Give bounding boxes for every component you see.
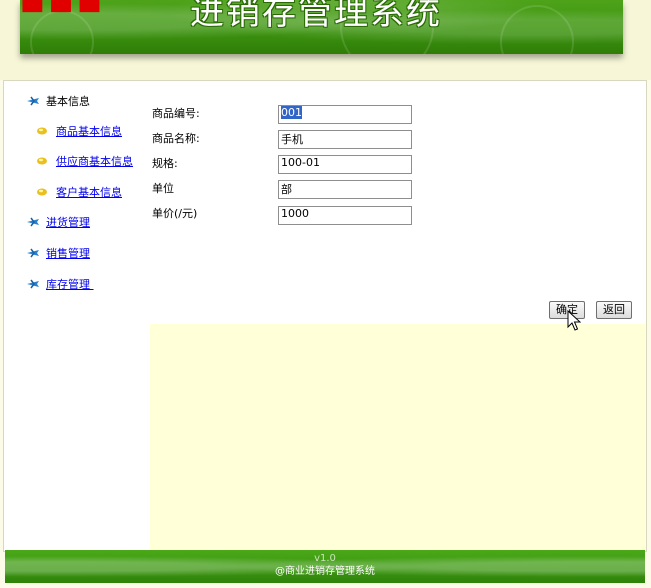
- plane-icon: [27, 248, 39, 258]
- unit-price-value: 1000: [281, 207, 309, 220]
- product-name-value: 手机: [281, 133, 303, 146]
- bullet-icon: [37, 157, 47, 165]
- back-button[interactable]: 返回: [596, 301, 632, 319]
- nav-inventory[interactable]: 库存管理: [26, 276, 94, 292]
- nav-supplier-info[interactable]: 供应商基本信息: [36, 153, 133, 169]
- nav-basic-info[interactable]: 基本信息: [26, 93, 90, 109]
- nav-basic-info-label: 基本信息: [46, 95, 90, 108]
- spec-input[interactable]: 100-01: [278, 155, 412, 174]
- nav-customer-info[interactable]: 客户基本信息: [36, 184, 122, 200]
- sidebar-nav: 基本信息 商品基本信息 供应商基本信息 客户基本信息 进货管理 销售管理 库存管…: [4, 81, 149, 551]
- banner-accent-logo: ■■■: [20, 0, 106, 16]
- nav-purchase[interactable]: 进货管理: [26, 214, 90, 230]
- mouse-cursor-icon: [567, 310, 581, 331]
- system-title: 进销存管理系统: [190, 0, 442, 33]
- nav-sales[interactable]: 销售管理: [26, 245, 90, 261]
- plane-icon: [27, 96, 39, 106]
- product-name-input[interactable]: 手机: [278, 130, 412, 149]
- product-code-label: 商品编号:: [152, 107, 200, 120]
- header-banner: ■■■ 进销存管理系统: [20, 0, 623, 54]
- unit-label: 单位: [152, 182, 174, 195]
- footer-version: v1.0: [314, 553, 336, 564]
- spec-value: 100-01: [281, 156, 320, 169]
- spec-label: 规格:: [152, 157, 178, 170]
- nav-supplier-info-link[interactable]: 供应商基本信息: [56, 153, 133, 169]
- unit-value: 部: [281, 183, 292, 196]
- nav-product-info[interactable]: 商品基本信息: [36, 123, 122, 139]
- unit-input[interactable]: 部: [278, 180, 412, 199]
- header: ■■■ 进销存管理系统: [0, 0, 651, 80]
- banner-decoration: [30, 10, 94, 54]
- nav-inventory-link[interactable]: 库存管理: [46, 276, 94, 292]
- nav-purchase-link[interactable]: 进货管理: [46, 214, 90, 230]
- plane-icon: [27, 279, 39, 289]
- content-panel: [150, 324, 645, 551]
- nav-sales-link[interactable]: 销售管理: [46, 245, 90, 261]
- nav-customer-info-link[interactable]: 客户基本信息: [56, 184, 122, 200]
- footer-copyright: @商业进销存管理系统: [275, 566, 375, 577]
- banner-decoration: [500, 5, 574, 54]
- bullet-icon: [37, 188, 47, 196]
- unit-price-label: 单价(/元): [152, 207, 198, 220]
- unit-price-input[interactable]: 1000: [278, 206, 412, 225]
- footer: v1.0 @商业进销存管理系统: [5, 550, 645, 583]
- main-area: 基本信息 商品基本信息 供应商基本信息 客户基本信息 进货管理 销售管理 库存管…: [3, 80, 647, 552]
- product-code-value: 001: [281, 106, 302, 119]
- plane-icon: [27, 217, 39, 227]
- product-name-label: 商品名称:: [152, 132, 200, 145]
- product-code-input[interactable]: 001: [278, 105, 412, 124]
- bullet-icon: [37, 127, 47, 135]
- nav-product-info-link[interactable]: 商品基本信息: [56, 123, 122, 139]
